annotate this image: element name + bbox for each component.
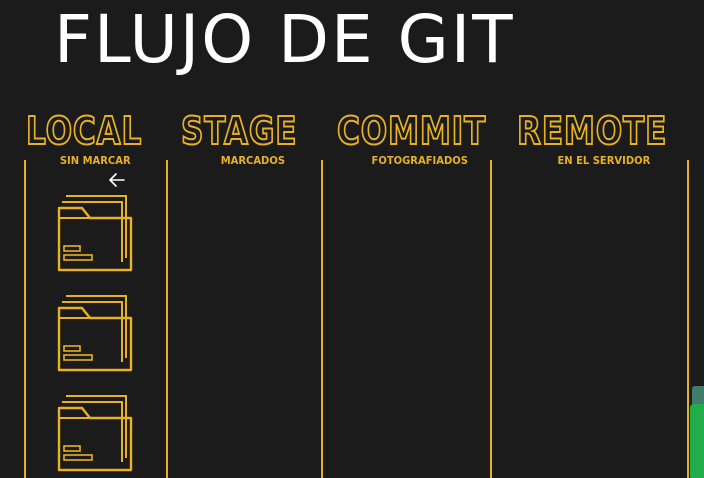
column-divider-local-stage (166, 160, 168, 478)
partial-green-shape (690, 386, 704, 478)
git-flow-slide: FLUJO DE GIT LOCAL STAGE COMMIT REMOTE S… (0, 0, 704, 478)
column-divider-stage-commit (321, 160, 323, 478)
column-divider-commit-remote (490, 160, 492, 478)
column-divider-right (687, 160, 689, 478)
column-heading-local: LOCAL (25, 108, 143, 154)
folder-with-document-icon (57, 195, 133, 272)
column-subheading-local: SIN MARCAR (59, 155, 131, 167)
folder-with-document-icon (57, 295, 133, 372)
back-arrow-cursor-icon (109, 173, 125, 187)
column-subheading-commit: FOTOGRAFIADOS (371, 155, 468, 167)
column-subheading-stage: MARCADOS (220, 155, 286, 167)
folder-with-document-icon (57, 395, 133, 472)
column-divider-left (24, 160, 26, 478)
column-subheading-remote: EN EL SERVIDOR (557, 155, 651, 167)
column-heading-remote: REMOTE (516, 108, 668, 154)
column-heading-commit: COMMIT (336, 108, 487, 154)
column-heading-stage: STAGE (180, 108, 298, 154)
slide-title: FLUJO DE GIT (54, 1, 515, 78)
